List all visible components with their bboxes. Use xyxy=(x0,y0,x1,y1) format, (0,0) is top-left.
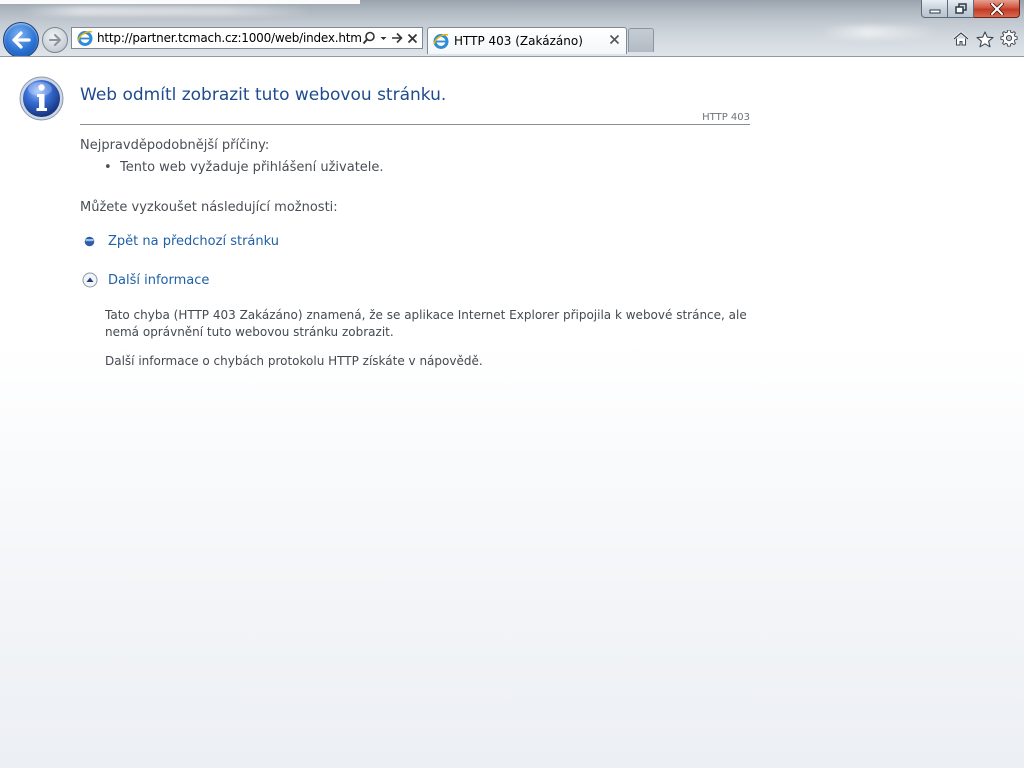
back-arrow-icon xyxy=(12,31,31,49)
maximize-button[interactable] xyxy=(948,0,974,18)
command-icons xyxy=(952,30,1018,48)
more-info-text[interactable]: Další informace xyxy=(108,273,209,288)
gear-icon[interactable] xyxy=(1000,30,1018,48)
title-bar-glow xyxy=(820,26,940,38)
details-paragraph: Další informace o chybách protokolu HTTP… xyxy=(105,354,483,368)
causes-heading: Nejpravděpodobnější příčiny: xyxy=(80,138,270,153)
more-info-toggle[interactable]: Další informace xyxy=(82,272,209,288)
cause-text: Tento web vyžaduje přihlášení uživatele. xyxy=(120,160,384,175)
bullet-link-icon xyxy=(84,236,95,247)
tab-http-403[interactable]: HTTP 403 (Zakázáno) xyxy=(427,27,627,54)
new-tab-button[interactable] xyxy=(628,28,654,52)
close-window-button[interactable] xyxy=(974,0,1020,18)
ie-logo-icon xyxy=(77,31,93,46)
browser-chrome: http://partner.tcmach.cz:1000/web/index.… xyxy=(0,0,1024,57)
back-button[interactable] xyxy=(3,22,39,56)
close-icon xyxy=(989,2,1004,15)
minimize-icon xyxy=(929,9,940,13)
bullet-dot: • xyxy=(104,160,112,175)
details-paragraph: Tato chyba (HTTP 403 Zakázáno) znamená, … xyxy=(105,308,747,339)
close-icon[interactable] xyxy=(609,34,620,45)
address-tools xyxy=(362,31,418,45)
title-bar-highlight xyxy=(0,0,360,4)
title-bar-caption xyxy=(22,6,312,16)
http-status-code: HTTP 403 xyxy=(702,112,750,123)
go-arrow-icon[interactable] xyxy=(391,32,403,44)
tab-title: HTTP 403 (Zakázáno) xyxy=(454,34,583,48)
address-bar[interactable]: http://partner.tcmach.cz:1000/web/index.… xyxy=(71,27,423,49)
address-url: http://partner.tcmach.cz:1000/web/index.… xyxy=(97,31,362,45)
more-info-details: Tato chyba (HTTP 403 Zakázáno) znamená, … xyxy=(105,307,755,382)
star-icon[interactable] xyxy=(976,30,994,48)
home-icon[interactable] xyxy=(952,31,970,47)
forward-arrow-icon xyxy=(49,34,61,46)
options-heading: Můžete vyzkoušet následující možnosti: xyxy=(80,200,338,215)
forward-button[interactable] xyxy=(42,27,68,53)
back-link-text[interactable]: Zpět na předchozí stránku xyxy=(108,234,279,249)
back-to-previous-link[interactable]: Zpět na předchozí stránku xyxy=(84,234,279,249)
ie-logo-icon xyxy=(433,34,449,49)
chevron-down-icon[interactable] xyxy=(380,33,387,43)
info-icon xyxy=(19,76,64,121)
minimize-button[interactable] xyxy=(921,0,948,18)
title-divider xyxy=(80,124,750,125)
collapse-arrow-icon xyxy=(82,272,98,288)
restore-icon xyxy=(954,3,967,14)
window-controls xyxy=(921,0,1020,18)
error-page: Web odmítl zobrazit tuto webovou stránku… xyxy=(0,57,1024,768)
search-icon[interactable] xyxy=(362,31,376,45)
page-title: Web odmítl zobrazit tuto webovou stránku… xyxy=(80,85,447,105)
stop-icon[interactable] xyxy=(407,33,418,44)
